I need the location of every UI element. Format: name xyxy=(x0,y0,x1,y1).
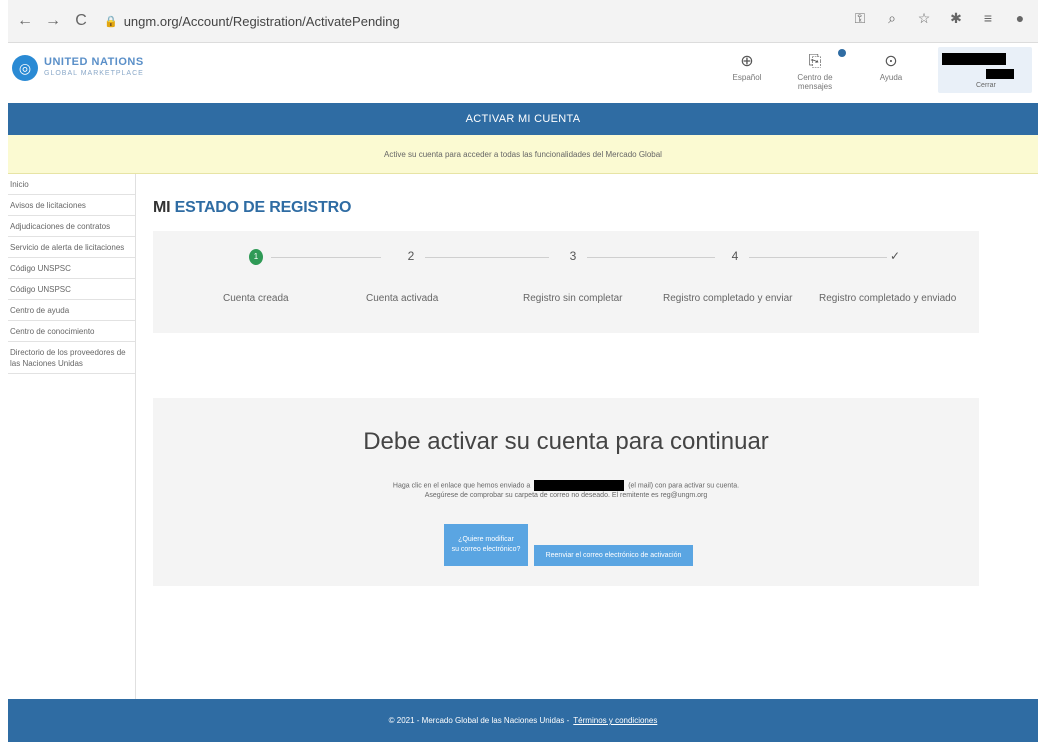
modify-email-label-1: ¿Quiere modificar xyxy=(458,536,514,543)
step-5-check-icon: ✓ xyxy=(889,249,901,263)
site-header: ◎ UNITED NATIONS GLOBAL MARKETPLACE ⊕ Es… xyxy=(8,43,1038,103)
brand[interactable]: UNITED NATIONS GLOBAL MARKETPLACE xyxy=(44,56,144,77)
sidebar-item-help-center[interactable]: Centro de ayuda xyxy=(8,300,135,321)
reading-list-icon[interactable]: ≡ xyxy=(978,10,998,27)
modify-email-button[interactable]: ¿Quiere modificar su correo electrónico? xyxy=(444,524,528,566)
address-bar[interactable]: ungm.org/Account/Registration/ActivatePe… xyxy=(124,14,400,29)
help-icon: ⊙ xyxy=(884,53,898,70)
resend-activation-button[interactable]: Reenviar el correo electrónico de activa… xyxy=(534,545,693,566)
footer-copyright: © 2021 - Mercado Global de las Naciones … xyxy=(388,716,570,725)
globe-icon: ⊕ xyxy=(740,53,754,70)
redacted-username xyxy=(942,53,1006,65)
redacted-email xyxy=(534,480,625,491)
page-title: MI ESTADO DE REGISTRO xyxy=(153,199,351,217)
registration-stepper: 1 2 3 4 ✓ Cuenta creada Cuenta activada … xyxy=(153,231,979,333)
step-connector xyxy=(271,257,381,258)
step-5-label: Registro completado y enviado xyxy=(819,293,957,304)
lock-icon: 🔒 xyxy=(104,15,118,28)
language-selector[interactable]: ⊕ Español xyxy=(722,51,772,82)
reload-icon[interactable]: C xyxy=(70,10,92,32)
step-4-label: Registro completado y enviar xyxy=(663,293,793,304)
star-icon[interactable]: ☆ xyxy=(914,10,934,27)
page-banner-title: ACTIVAR MI CUENTA xyxy=(8,103,1038,135)
page-title-text: ESTADO DE REGISTRO xyxy=(174,199,352,216)
profile-icon[interactable]: ● xyxy=(1010,10,1030,27)
forward-icon[interactable]: → xyxy=(42,10,64,32)
terms-link[interactable]: Términos y condiciones xyxy=(573,716,657,725)
message-center-label: Centro de mensajes xyxy=(797,73,833,91)
step-3-label: Registro sin completar xyxy=(523,293,623,304)
language-label: Español xyxy=(732,73,762,82)
sidebar-item-supplier-directory[interactable]: Directorio de los proveedores de las Nac… xyxy=(8,342,135,374)
activation-notice: Active su cuenta para acceder a todas la… xyxy=(8,135,1038,174)
zoom-icon[interactable]: ⌕ xyxy=(882,10,902,27)
step-4-number: 4 xyxy=(731,249,739,263)
page-title-prefix: MI xyxy=(153,199,171,216)
spam-folder-hint: Asegúrese de comprobar su carpeta de cor… xyxy=(424,492,708,499)
instructions-suffix: (el mail) con para activar su cuenta. xyxy=(628,482,740,490)
help-link[interactable]: ⊙ Ayuda xyxy=(876,51,906,82)
sidebar-item-awards[interactable]: Adjudicaciones de contratos xyxy=(8,216,135,237)
modify-email-label-2: su correo electrónico? xyxy=(451,546,521,553)
footer: © 2021 - Mercado Global de las Naciones … xyxy=(8,699,1038,742)
step-connector xyxy=(749,257,887,258)
un-logo-icon[interactable]: ◎ xyxy=(12,55,38,81)
instructions-prefix: Haga clic en el enlace que hemos enviado… xyxy=(392,482,531,490)
step-2-label: Cuenta activada xyxy=(366,293,439,304)
sidebar-item-home[interactable]: Inicio xyxy=(8,174,135,195)
browser-toolbar: ← → C 🔒 ungm.org/Account/Registration/Ac… xyxy=(8,0,1038,43)
activation-panel: Debe activar su cuenta para continuar Ha… xyxy=(153,398,979,586)
step-connector xyxy=(425,257,549,258)
sidebar-item-knowledge-center[interactable]: Centro de conocimiento xyxy=(8,321,135,342)
sidebar-item-alerts[interactable]: Servicio de alerta de licitaciones xyxy=(8,237,135,258)
step-2-number: 2 xyxy=(407,249,415,263)
key-icon[interactable]: ⚿ xyxy=(850,10,870,27)
brand-subtitle: GLOBAL MARKETPLACE xyxy=(44,70,144,77)
back-icon[interactable]: ← xyxy=(14,10,36,32)
sidebar-item-tenders[interactable]: Avisos de licitaciones xyxy=(8,195,135,216)
help-label: Ayuda xyxy=(879,73,903,82)
step-3-number: 3 xyxy=(569,249,577,263)
activation-instructions: Haga clic en el enlace que hemos enviado… xyxy=(153,480,979,491)
sidebar-item-unspsc[interactable]: Código UNSPSC xyxy=(8,258,135,279)
sidebar: Inicio Avisos de licitaciones Adjudicaci… xyxy=(8,174,136,699)
step-1-label: Cuenta creada xyxy=(223,293,289,304)
message-center[interactable]: ⎘ Centro de mensajes xyxy=(780,49,850,91)
sidebar-item-unspsc-2[interactable]: Código UNSPSC xyxy=(8,279,135,300)
brand-title: UNITED NATIONS xyxy=(44,56,144,68)
browser-window: ← → C 🔒 ungm.org/Account/Registration/Ac… xyxy=(8,0,1038,742)
activation-heading: Debe activar su cuenta para continuar xyxy=(363,428,769,455)
step-1-completed-indicator: 1 xyxy=(249,249,263,265)
notification-badge xyxy=(838,49,846,57)
user-account-box[interactable]: Cerrar xyxy=(938,47,1032,93)
user-menu-label: Cerrar xyxy=(976,82,996,89)
step-connector xyxy=(587,257,715,258)
extensions-icon[interactable]: ✱ xyxy=(946,10,966,27)
redacted-org xyxy=(986,69,1014,79)
